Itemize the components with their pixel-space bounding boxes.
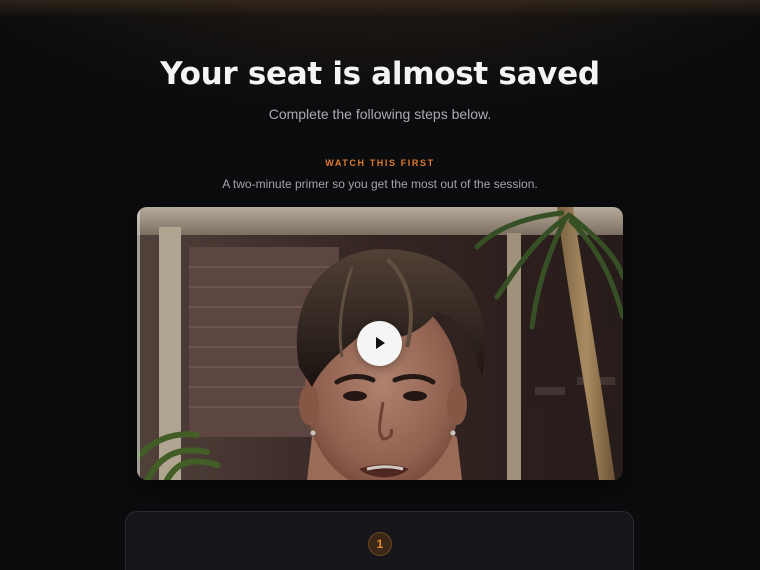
top-glow xyxy=(0,0,760,18)
page-title: Your seat is almost saved xyxy=(160,56,600,92)
step-number-badge: 1 xyxy=(368,532,392,556)
section-eyebrow: WATCH THIS FIRST xyxy=(325,158,435,168)
page: Your seat is almost saved Complete the f… xyxy=(0,0,760,570)
step-card: 1 xyxy=(125,511,634,570)
video-player[interactable] xyxy=(137,207,623,480)
play-button[interactable] xyxy=(357,321,402,366)
page-subtitle: Complete the following steps below. xyxy=(268,106,492,122)
video-description: A two-minute primer so you get the most … xyxy=(222,177,538,191)
play-icon xyxy=(376,337,385,349)
